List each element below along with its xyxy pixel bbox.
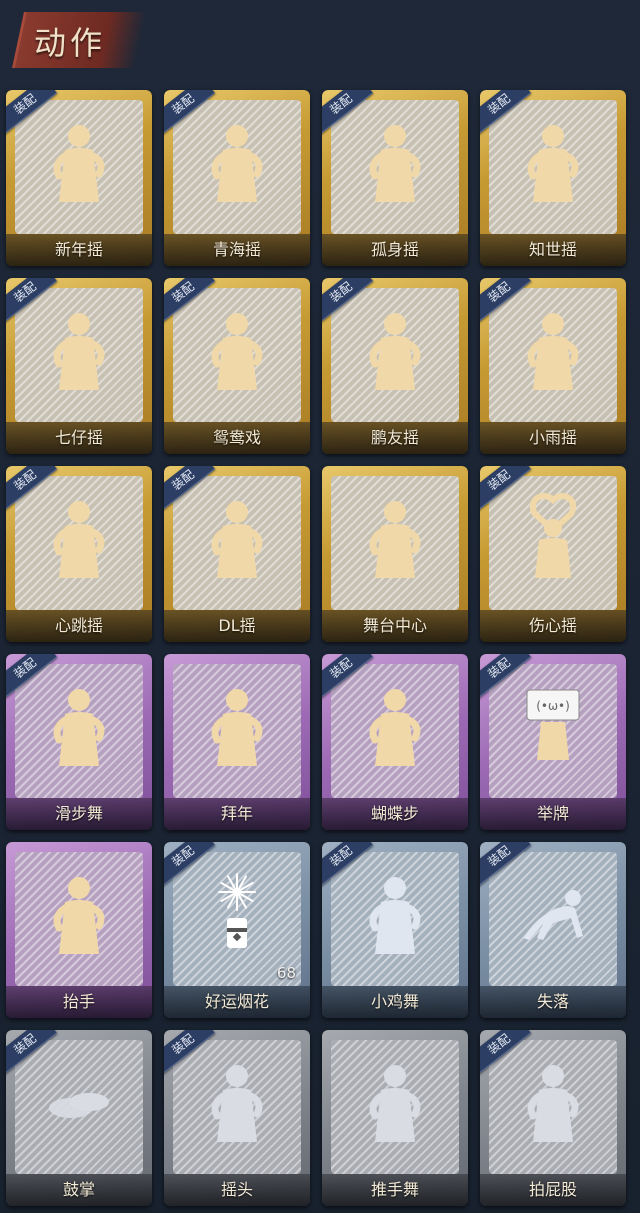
action-name: 举牌	[536, 804, 569, 823]
action-card[interactable]: 鹏友摇 装配	[322, 278, 468, 454]
page-title: 动作	[34, 24, 107, 62]
action-name: 孤身摇	[370, 240, 419, 259]
bow-figure-icon	[197, 680, 277, 770]
dance-figure-icon	[197, 116, 277, 206]
action-name: 摇头	[220, 1180, 253, 1199]
action-card[interactable]: 拜年	[164, 654, 310, 830]
action-name: 鹏友摇	[370, 428, 419, 447]
action-card[interactable]: 蝴蝶步 装配	[322, 654, 468, 830]
action-card[interactable]: 推手舞	[322, 1030, 468, 1206]
action-card[interactable]: 心跳摇 装配	[6, 466, 152, 642]
dance-figure-icon	[355, 116, 435, 206]
dance-figure-icon	[39, 492, 119, 582]
dance-figure-icon	[513, 116, 593, 206]
action-name: DL摇	[218, 616, 256, 635]
dance-figure-icon	[355, 304, 435, 394]
dance-figure-icon	[197, 492, 277, 582]
action-name: 舞台中心	[362, 616, 427, 635]
header: 动作	[0, 0, 640, 80]
action-page: 动作 新年摇 装配 青海摇 装配 孤身摇 装配 知世摇 装配 七仔摇 装配 鸳鸯戏 装配 鹏友摇 装配 小雨…	[0, 0, 640, 1213]
action-grid: 新年摇 装配 青海摇 装配 孤身摇 装配 知世摇 装配七仔摇 装配 鸳鸯戏 装配 鹏友摇 装配 小雨摇 装配…	[6, 90, 638, 1210]
action-card[interactable]: 知世摇 装配	[480, 90, 626, 266]
action-name: 知世摇	[528, 240, 577, 259]
action-name: 心跳摇	[54, 616, 103, 635]
dance-figure-icon	[39, 680, 119, 770]
item-count: 68	[276, 964, 296, 982]
action-name: 拍屁股	[528, 1180, 577, 1199]
chicken-dance-figure-icon	[355, 868, 435, 958]
action-name: 小雨摇	[528, 428, 577, 447]
action-name: 新年摇	[54, 240, 103, 259]
svg-text:(•ω•): (•ω•)	[536, 699, 570, 713]
action-name: 伤心摇	[528, 616, 577, 635]
action-card[interactable]: 摇头 装配	[164, 1030, 310, 1206]
action-card[interactable]: (•ω•) 举牌 装配	[480, 654, 626, 830]
action-name: 推手舞	[370, 1180, 419, 1199]
action-name: 小鸡舞	[370, 992, 419, 1011]
action-name: 鼓掌	[62, 1180, 95, 1199]
action-name: 好运烟花	[204, 992, 269, 1011]
dance-figure-icon	[39, 116, 119, 206]
action-name: 失落	[536, 992, 569, 1011]
action-card[interactable]: 小鸡舞 装配	[322, 842, 468, 1018]
action-card[interactable]: DL摇 装配	[164, 466, 310, 642]
heart-hands-figure-icon	[513, 492, 593, 582]
push-hands-figure-icon	[355, 1056, 435, 1146]
action-name: 七仔摇	[54, 428, 103, 447]
dance-figure-icon	[197, 304, 277, 394]
action-card[interactable]: 鼓掌 装配	[6, 1030, 152, 1206]
firework-icon	[197, 868, 277, 958]
action-card[interactable]: 拍屁股 装配	[480, 1030, 626, 1206]
action-card[interactable]: 七仔摇 装配	[6, 278, 152, 454]
dance-figure-icon	[513, 304, 593, 394]
action-card[interactable]: 抬手	[6, 842, 152, 1018]
action-name: 鸳鸯戏	[212, 428, 261, 447]
action-card[interactable]: 青海摇 装配	[164, 90, 310, 266]
action-card[interactable]: 失落 装配	[480, 842, 626, 1018]
action-card[interactable]: 小雨摇 装配	[480, 278, 626, 454]
action-card[interactable]: 滑步舞 装配	[6, 654, 152, 830]
clap-hands-icon	[39, 1056, 119, 1146]
pat-figure-icon	[513, 1056, 593, 1146]
action-card[interactable]: 好运烟花 装配 68	[164, 842, 310, 1018]
dance-figure-icon	[355, 680, 435, 770]
shake-head-figure-icon	[197, 1056, 277, 1146]
sign-figure-icon: (•ω•)	[513, 680, 593, 770]
action-card[interactable]: 新年摇 装配	[6, 90, 152, 266]
action-name: 青海摇	[212, 240, 261, 259]
dance-figure-icon	[355, 492, 435, 582]
action-name: 滑步舞	[54, 804, 103, 823]
action-card[interactable]: 孤身摇 装配	[322, 90, 468, 266]
action-name: 拜年	[220, 804, 253, 823]
raise-hand-figure-icon	[39, 868, 119, 958]
action-card[interactable]: 舞台中心	[322, 466, 468, 642]
crawl-figure-icon	[513, 868, 593, 958]
dance-figure-icon	[39, 304, 119, 394]
action-name: 蝴蝶步	[370, 804, 419, 823]
action-name: 抬手	[62, 992, 95, 1011]
action-card[interactable]: 鸳鸯戏 装配	[164, 278, 310, 454]
action-card[interactable]: 伤心摇 装配	[480, 466, 626, 642]
